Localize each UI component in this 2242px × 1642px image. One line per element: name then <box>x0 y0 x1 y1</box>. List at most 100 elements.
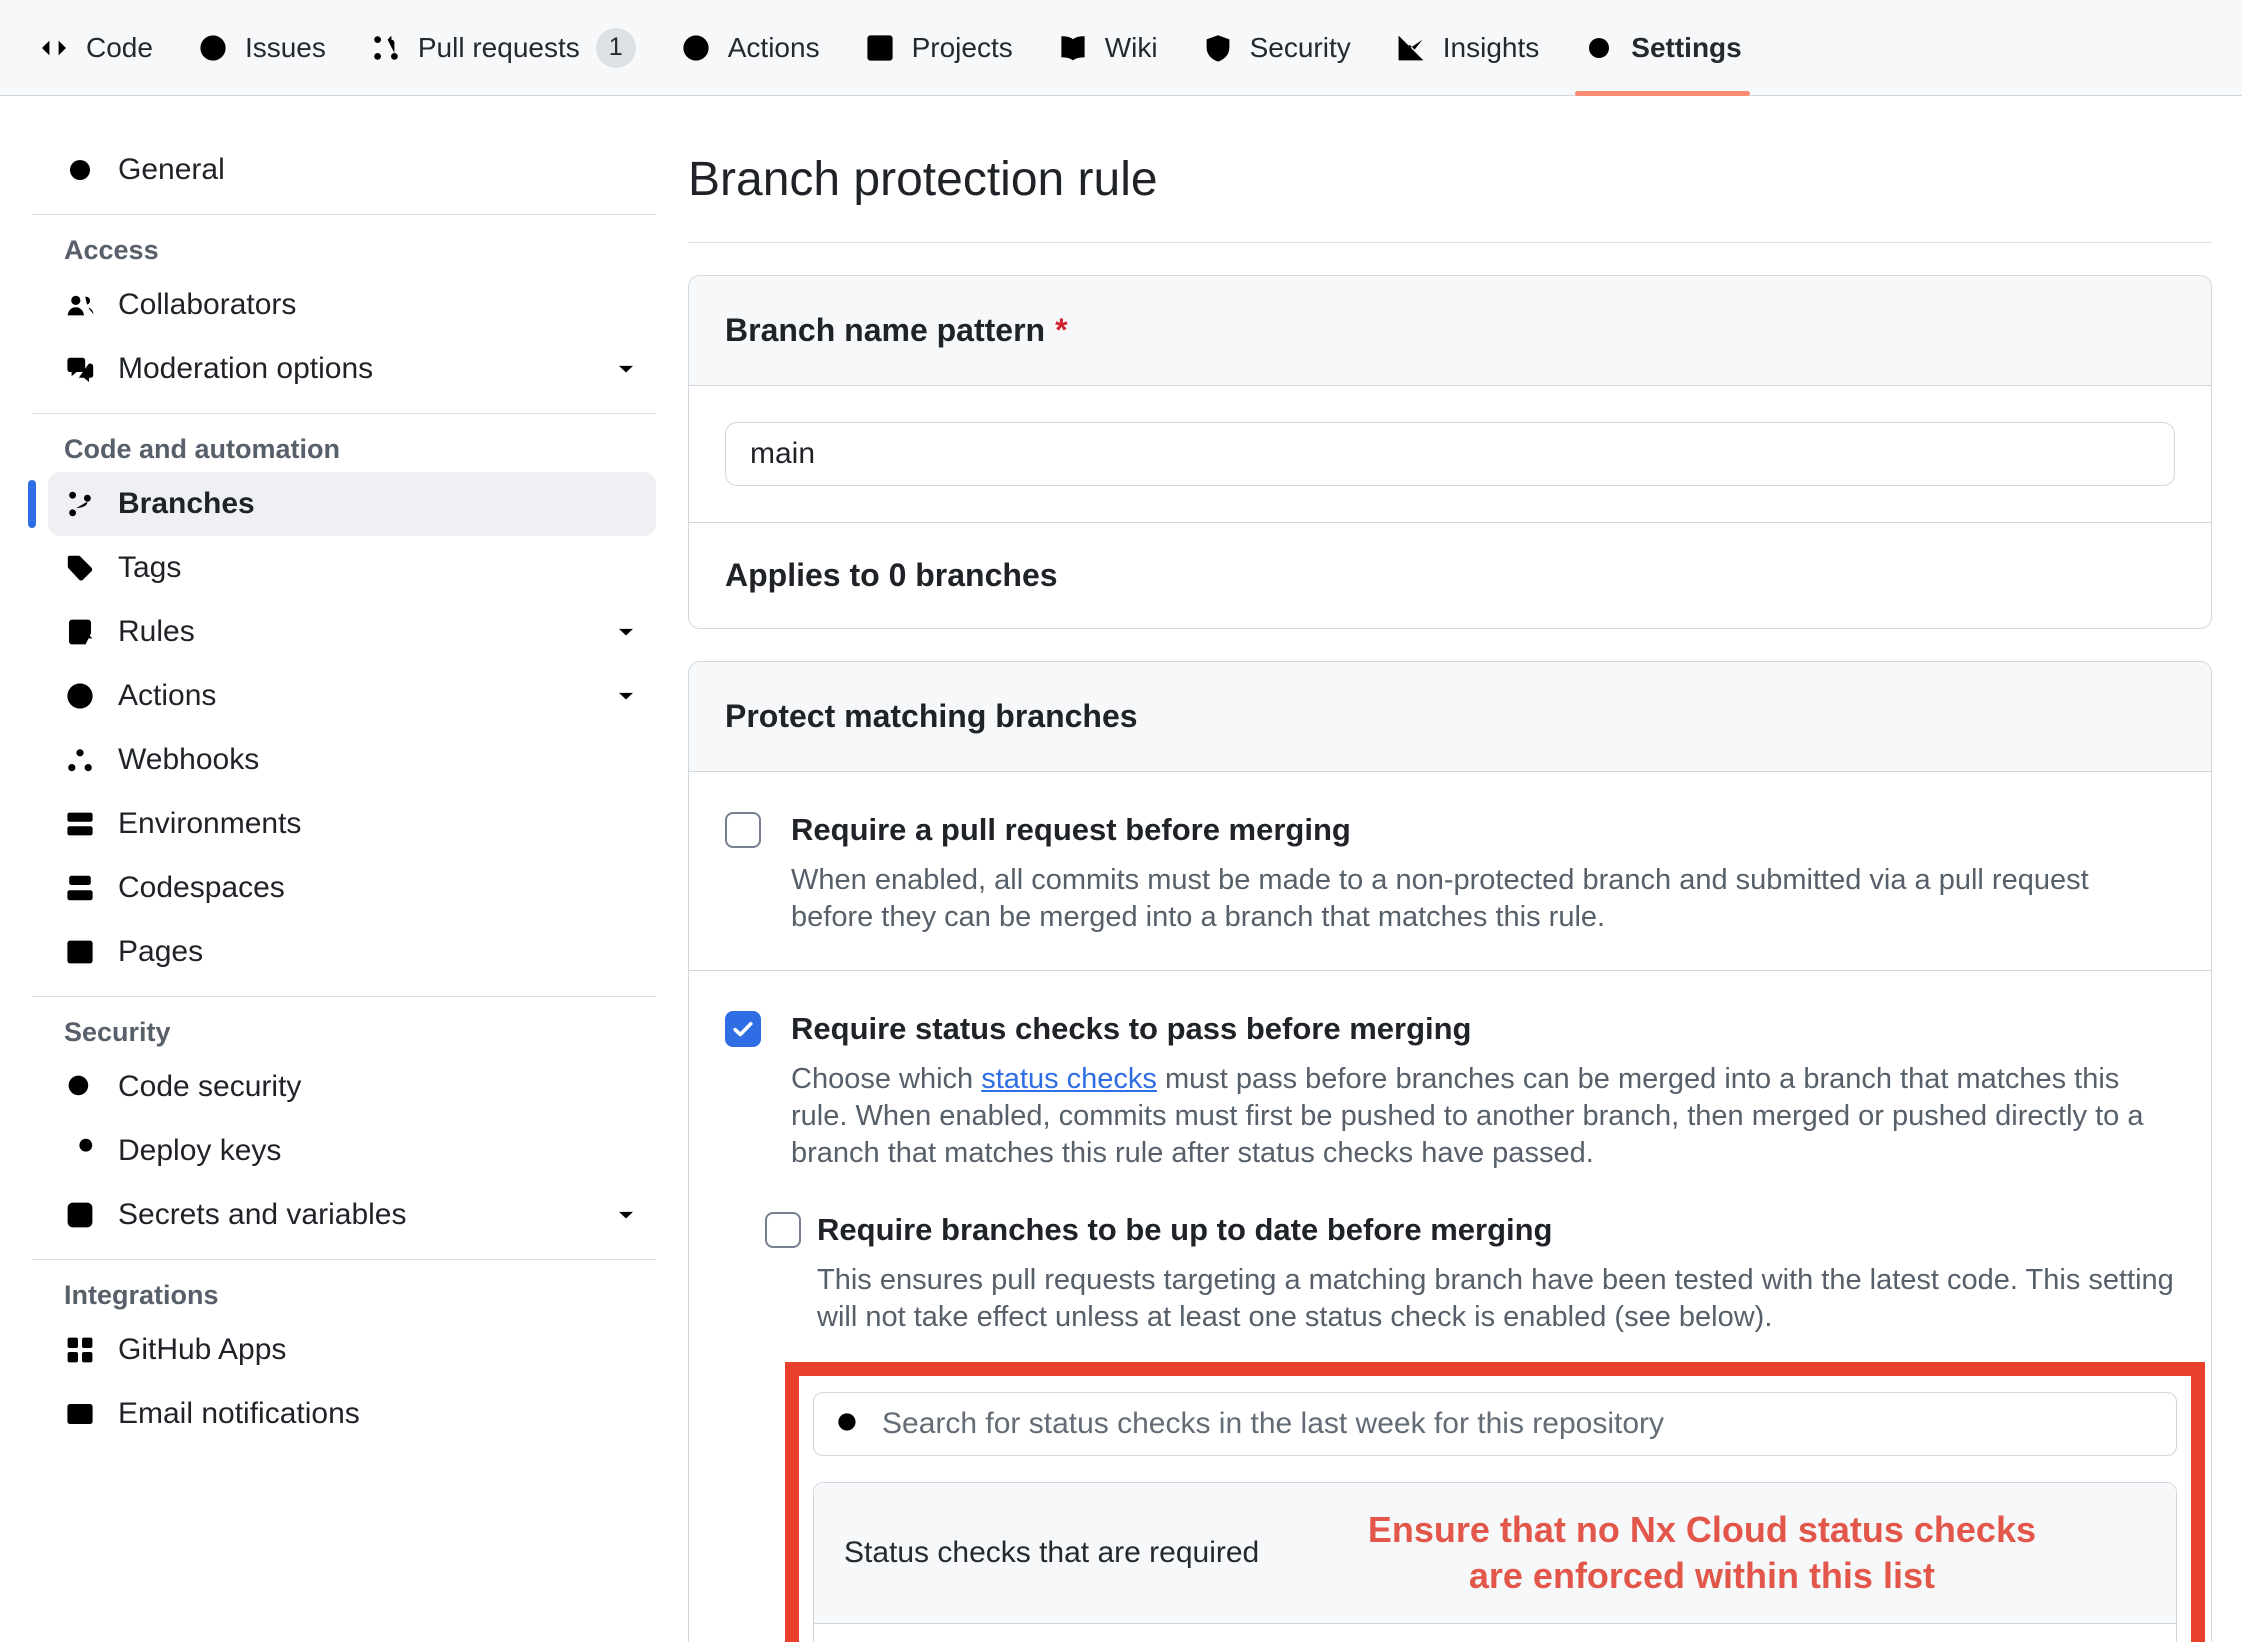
table-icon <box>864 32 896 64</box>
sidebar-item-label: General <box>118 153 225 187</box>
settings-sidebar: General AccessCollaborators Moderation opt… <box>0 96 688 1642</box>
require-up-to-date-section: Require branches to be up to date before… <box>765 1212 2175 1642</box>
tab-wiki[interactable]: Wiki <box>1039 0 1176 95</box>
require-status-checks-checkbox[interactable] <box>725 1011 761 1047</box>
branch-name-pattern-body <box>689 386 2211 522</box>
status-checks-link[interactable]: status checks <box>981 1063 1157 1095</box>
people-icon <box>64 289 96 321</box>
shield-icon <box>1202 32 1234 64</box>
tab-actions[interactable]: Actions <box>662 0 838 95</box>
main-content: Branch protection rule Branch name patte… <box>688 96 2242 1642</box>
annotation-line-1: Ensure that no Nx Cloud status checks <box>1368 1509 2036 1550</box>
sidebar-item-label: Environments <box>118 807 301 841</box>
tab-label: Code <box>86 32 153 64</box>
sidebar-item-webhooks[interactable]: Webhooks <box>48 728 656 792</box>
required-status-checks-card: Status checks that are required Ensure t… <box>813 1482 2177 1642</box>
require-pull-request-row: Require a pull request before merging <box>725 812 2175 848</box>
sidebar-item-label: Branches <box>118 487 255 521</box>
sidebar-item-moderation-options[interactable]: Moderation options <box>48 337 656 401</box>
codescan-icon <box>64 1071 96 1103</box>
repo-tab-bar: Code Issues Pull requests 1 Actions Projects W… <box>0 0 2242 96</box>
tab-label: Projects <box>912 32 1013 64</box>
status-check-search <box>813 1392 2177 1456</box>
sidebar-item-collaborators[interactable]: Collaborators <box>48 273 656 337</box>
required-asterisk: * <box>1055 312 1067 348</box>
tab-insights[interactable]: Insights <box>1377 0 1558 95</box>
require-up-to-date-checkbox[interactable] <box>765 1212 801 1248</box>
sidebar-item-label: Moderation options <box>118 352 373 386</box>
counter-badge: 1 <box>596 28 636 68</box>
chevron-down-icon <box>612 618 640 646</box>
sidebar-section-code-and-automation: Code and automation <box>48 426 656 472</box>
sidebar-item-deploy-keys[interactable]: Deploy keys <box>48 1119 656 1183</box>
require-pull-request-checkbox[interactable] <box>725 812 761 848</box>
protect-matching-branches-card: Protect matching branches Require a pull… <box>688 661 2212 1642</box>
require-status-checks-section: Require status checks to pass before mer… <box>689 970 2211 1642</box>
sidebar-item-rules[interactable]: Rules <box>48 600 656 664</box>
tab-projects[interactable]: Projects <box>846 0 1031 95</box>
chevron-down-icon <box>612 682 640 710</box>
comment-icon <box>64 353 96 385</box>
branch-icon <box>64 488 96 520</box>
status-check-row: main GitHub Actions <box>814 1624 2176 1642</box>
protect-matching-branches-header: Protect matching branches <box>689 662 2211 772</box>
require-up-to-date-row: Require branches to be up to date before… <box>765 1212 2175 1248</box>
chevron-down-icon <box>612 355 640 383</box>
sidebar-item-label: Deploy keys <box>118 1134 281 1168</box>
tab-code[interactable]: Code <box>20 0 171 95</box>
sidebar-item-actions[interactable]: Actions <box>48 664 656 728</box>
sidebar-item-branches[interactable]: Branches <box>48 472 656 536</box>
tab-label: Issues <box>245 32 326 64</box>
require-pull-request-label: Require a pull request before merging <box>791 812 1351 848</box>
tab-pull-requests[interactable]: Pull requests 1 <box>352 0 654 95</box>
branch-name-pattern-header: Branch name pattern* <box>689 276 2211 386</box>
sidebar-section-integrations: Integrations <box>48 1272 656 1318</box>
play-icon <box>680 32 712 64</box>
rules-icon <box>64 616 96 648</box>
sidebar-divider <box>32 996 656 997</box>
sidebar-section-access: Access <box>48 227 656 273</box>
tab-settings[interactable]: Settings <box>1565 0 1759 95</box>
sidebar-item-label: Email notifications <box>118 1397 360 1431</box>
tab-label: Settings <box>1631 32 1741 64</box>
search-icon <box>834 1409 864 1439</box>
sidebar-item-secrets-and-variables[interactable]: Secrets and variables <box>48 1183 656 1247</box>
branch-name-pattern-input[interactable] <box>725 422 2175 486</box>
sidebar-item-label: Code security <box>118 1070 301 1104</box>
sidebar-item-label: GitHub Apps <box>118 1333 286 1367</box>
description-text-before: Choose which <box>791 1063 981 1095</box>
tag-icon <box>64 552 96 584</box>
sidebar-item-pages[interactable]: Pages <box>48 920 656 984</box>
tab-label: Security <box>1250 32 1351 64</box>
tab-issues[interactable]: Issues <box>179 0 344 95</box>
sidebar-item-email-notifications[interactable]: Email notifications <box>48 1382 656 1446</box>
sidebar-divider <box>32 1259 656 1260</box>
sidebar-item-label: Rules <box>118 615 195 649</box>
sidebar-item-label: Codespaces <box>118 871 285 905</box>
require-status-checks-label: Require status checks to pass before mer… <box>791 1011 1472 1047</box>
require-up-to-date-description: This ensures pull requests targeting a m… <box>817 1262 2175 1336</box>
status-check-search-input[interactable] <box>882 1407 2156 1441</box>
branch-name-pattern-card: Branch name pattern* Applies to 0 branch… <box>688 275 2212 629</box>
webhook-icon <box>64 744 96 776</box>
tab-security[interactable]: Security <box>1184 0 1369 95</box>
sidebar-item-general[interactable]: General <box>48 138 656 202</box>
sidebar-item-tags[interactable]: Tags <box>48 536 656 600</box>
sidebar-item-label: Tags <box>118 551 181 585</box>
pr-icon <box>370 32 402 64</box>
book-icon <box>1057 32 1089 64</box>
sidebar-item-codespaces[interactable]: Codespaces <box>48 856 656 920</box>
sidebar-item-label: Actions <box>118 679 216 713</box>
gear-icon <box>1583 32 1615 64</box>
tab-label: Pull requests <box>418 32 580 64</box>
tab-label: Actions <box>728 32 820 64</box>
sidebar-item-environments[interactable]: Environments <box>48 792 656 856</box>
required-status-checks-label: Status checks that are required <box>844 1536 1259 1570</box>
apps-icon <box>64 1334 96 1366</box>
sidebar-item-label: Pages <box>118 935 203 969</box>
sidebar-item-code-security[interactable]: Code security <box>48 1055 656 1119</box>
sidebar-section-security: Security <box>48 1009 656 1055</box>
chevron-down-icon <box>612 1201 640 1229</box>
annotation-line-2: are enforced within this list <box>1469 1555 1935 1596</box>
sidebar-item-github-apps[interactable]: GitHub Apps <box>48 1318 656 1382</box>
